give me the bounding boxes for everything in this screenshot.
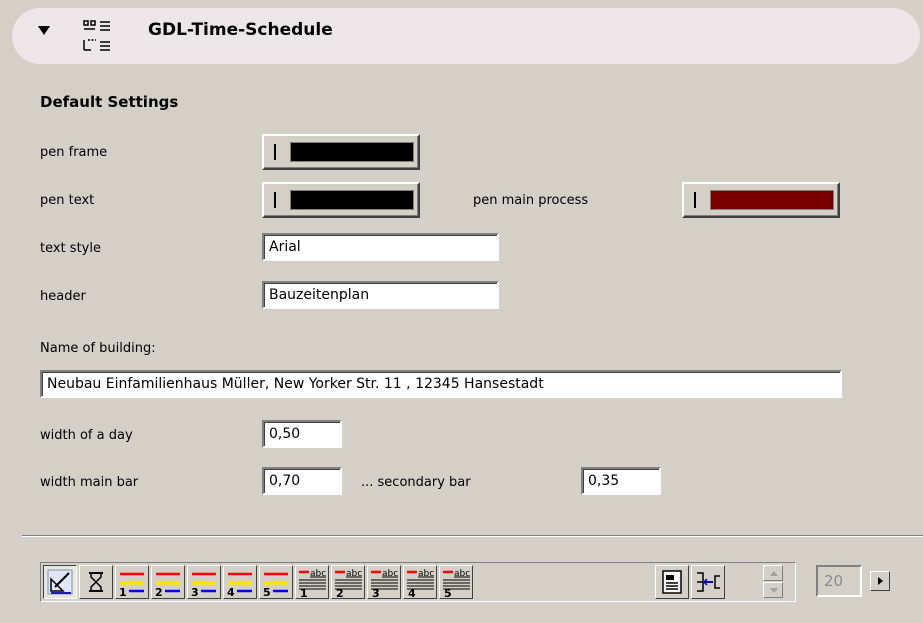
text-document-button[interactable] bbox=[655, 565, 689, 599]
bar-style-icon: 3 bbox=[191, 572, 216, 597]
pen-text-button[interactable] bbox=[262, 182, 420, 218]
bar-text-icon: abc 5 bbox=[443, 569, 470, 597]
bar-style-5-button[interactable]: 5 bbox=[259, 565, 293, 599]
pen-main-process-button[interactable] bbox=[682, 182, 840, 218]
panel-title: GDL-Time-Schedule bbox=[148, 20, 333, 40]
pen-text-label: pen text bbox=[40, 193, 95, 208]
bar-style-icon: 1 bbox=[119, 572, 144, 597]
bar-style-number: 1 bbox=[119, 586, 127, 597]
secondary-bar-label: ... secondary bar bbox=[361, 475, 471, 490]
main-bar-width-input[interactable]: 0,70 bbox=[262, 467, 342, 495]
pen-frame-label: pen frame bbox=[40, 145, 108, 160]
spinner-down-icon[interactable] bbox=[763, 582, 783, 598]
drafting-icon bbox=[47, 569, 73, 595]
bar-text-icon: abc 4 bbox=[407, 569, 434, 597]
text-style-number: 5 bbox=[444, 587, 452, 597]
main-bar-width-label: width main bar bbox=[40, 475, 139, 490]
bar-style-2-button[interactable]: 2 bbox=[151, 565, 185, 599]
bar-text-icon: abc 1 bbox=[299, 569, 326, 597]
pen-indicator-icon bbox=[274, 144, 276, 160]
pen-indicator-icon bbox=[274, 192, 276, 208]
bar-text-icon: abc 3 bbox=[371, 569, 398, 597]
bar-style-icon: 4 bbox=[227, 572, 252, 597]
text-style-3-button[interactable]: abc 3 bbox=[367, 565, 401, 599]
day-width-input[interactable]: 0,50 bbox=[262, 420, 342, 448]
day-width-label: width of a day bbox=[40, 428, 133, 443]
text-style-2-button[interactable]: abc 2 bbox=[331, 565, 365, 599]
settings-panel: GDL-Time-Schedule Default Settings pen f… bbox=[0, 0, 923, 623]
bar-style-1-button[interactable]: 1 bbox=[115, 565, 149, 599]
tool-settings-button[interactable] bbox=[43, 565, 77, 599]
text-style-5-button[interactable]: abc 5 bbox=[439, 565, 473, 599]
bar-style-icon: 5 bbox=[263, 572, 288, 597]
text-style-number: 2 bbox=[336, 587, 344, 597]
pen-frame-swatch bbox=[290, 142, 414, 162]
secondary-bar-input[interactable]: 0,35 bbox=[581, 467, 661, 495]
spinner-up-icon[interactable] bbox=[763, 565, 783, 581]
text-style-input[interactable]: Arial bbox=[262, 233, 499, 261]
text-style-number: 4 bbox=[408, 587, 416, 597]
page-spinner[interactable] bbox=[763, 565, 785, 599]
pen-main-process-swatch bbox=[710, 190, 834, 210]
bar-style-4-button[interactable]: 4 bbox=[223, 565, 257, 599]
bar-style-number: 4 bbox=[227, 586, 235, 597]
header-label: header bbox=[40, 289, 86, 304]
page-number-field[interactable]: 20 bbox=[816, 565, 862, 597]
bar-style-number: 2 bbox=[155, 586, 163, 597]
text-style-label: text style bbox=[40, 241, 101, 256]
text-style-number: 1 bbox=[300, 587, 308, 597]
collapse-triangle-icon[interactable] bbox=[38, 26, 50, 35]
pen-text-swatch bbox=[290, 190, 414, 210]
text-style-number: 3 bbox=[372, 587, 380, 597]
pen-main-process-label: pen main process bbox=[473, 193, 589, 208]
header-input[interactable]: Bauzeitenplan bbox=[262, 281, 499, 309]
divider bbox=[22, 535, 923, 537]
text-style-1-button[interactable]: abc 1 bbox=[295, 565, 329, 599]
building-name-input[interactable]: Neubau Einfamilienhaus Müller, New Yorke… bbox=[40, 370, 842, 398]
bar-style-number: 3 bbox=[191, 586, 199, 597]
text-style-4-button[interactable]: abc 4 bbox=[403, 565, 437, 599]
panel-header[interactable]: GDL-Time-Schedule bbox=[12, 8, 920, 64]
section-title: Default Settings bbox=[40, 93, 179, 111]
pen-indicator-icon bbox=[694, 192, 696, 208]
bar-style-icon: 2 bbox=[155, 572, 180, 597]
connect-button[interactable] bbox=[691, 565, 725, 599]
pen-frame-button[interactable] bbox=[262, 134, 420, 170]
link-icon bbox=[697, 572, 720, 592]
document-icon bbox=[662, 570, 682, 594]
layout-toolbar: 1 2 3 4 5 abc 1 abc 2 abc 3 abc 4 abc 5 bbox=[40, 562, 796, 602]
bar-text-icon: abc 2 bbox=[335, 569, 362, 597]
hourglass-icon bbox=[89, 572, 103, 592]
next-page-arrow-icon[interactable] bbox=[870, 571, 890, 591]
bar-style-3-button[interactable]: 3 bbox=[187, 565, 221, 599]
tool-time-button[interactable] bbox=[79, 565, 113, 599]
building-name-label: Name of building: bbox=[40, 341, 156, 356]
bar-style-number: 5 bbox=[263, 586, 271, 597]
schedule-icon bbox=[83, 20, 110, 51]
